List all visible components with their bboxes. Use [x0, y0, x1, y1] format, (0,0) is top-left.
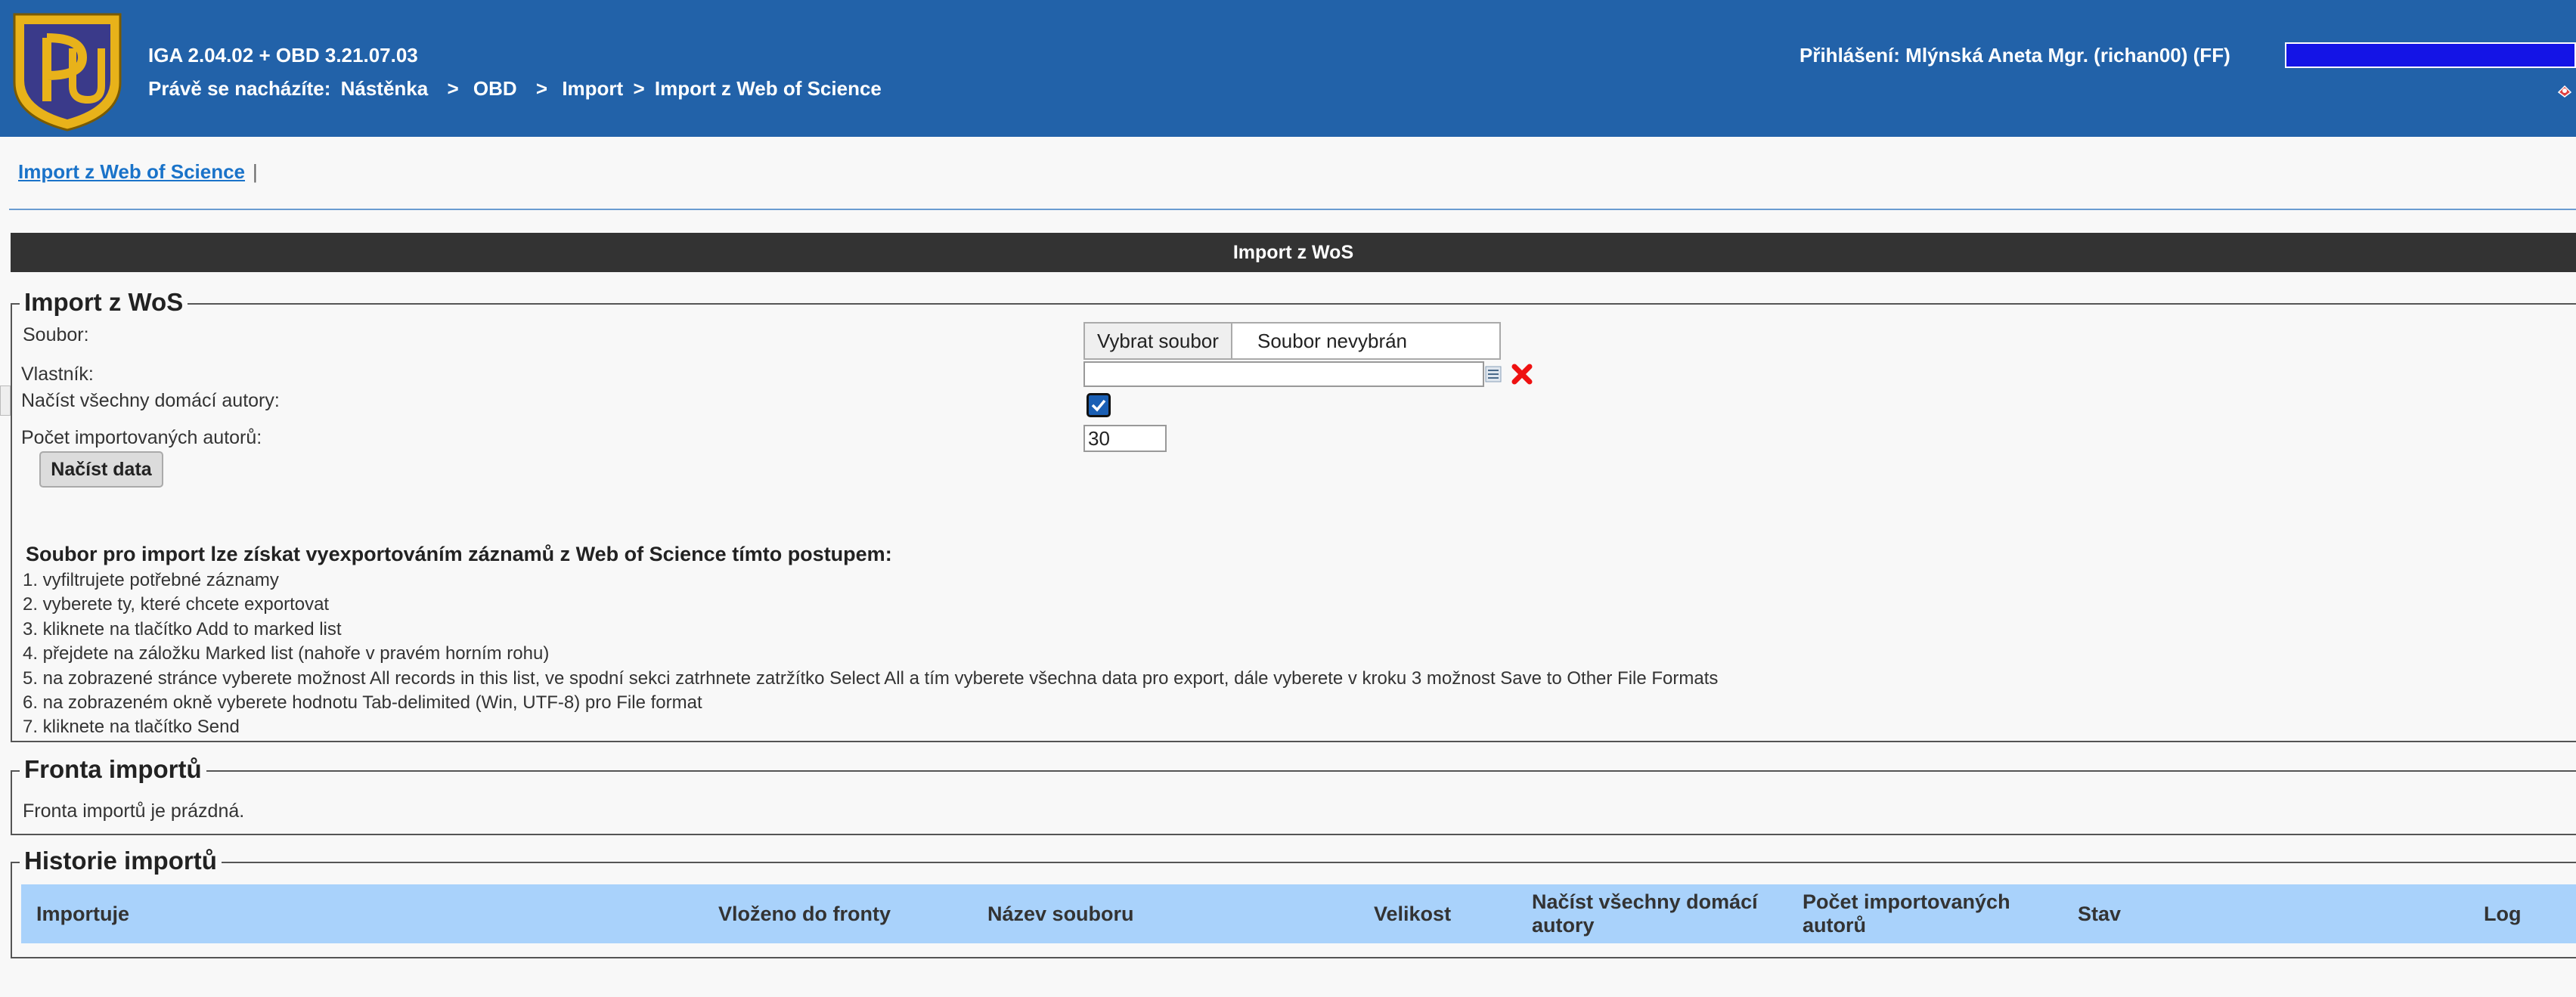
column-load-all-authors[interactable]: Načíst všechny domácí autory — [1532, 884, 1793, 943]
university-logo-icon[interactable] — [11, 11, 124, 132]
login-info: Přihlášení: Mlýnská Aneta Mgr. (richan00… — [1799, 44, 2230, 67]
column-status[interactable]: Stav — [2078, 884, 2121, 943]
login-label: Přihlášení: — [1799, 44, 1900, 67]
side-handle[interactable] — [0, 385, 11, 416]
breadcrumb-separator: > — [447, 77, 459, 100]
breadcrumb-item-obd[interactable]: OBD — [473, 77, 517, 100]
section-title: Import z WoS — [11, 233, 2576, 272]
file-label: Soubor: — [23, 324, 89, 345]
breadcrumb-separator: > — [633, 77, 645, 100]
instructions-list: 1. vyfiltrujete potřebné záznamy 2. vybe… — [23, 568, 1718, 740]
breadcrumb-item-import[interactable]: Import — [562, 77, 623, 100]
tab-separator: | — [253, 160, 258, 183]
column-importer[interactable]: Importuje — [36, 884, 129, 943]
history-legend: Historie importů — [20, 847, 222, 875]
instruction-item: 4. přejdete na záložku Marked list (naho… — [23, 643, 550, 664]
instruction-item: 1. vyfiltrujete potřebné záznamy — [23, 570, 279, 590]
tab-bar: Import z Web of Science | — [18, 160, 258, 184]
checkmark-icon — [1091, 399, 1106, 412]
instruction-item: 6. na zobrazeném okně vyberete hodnotu T… — [23, 692, 702, 714]
owner-input[interactable] — [1083, 361, 1484, 387]
import-form-legend: Import z WoS — [20, 288, 188, 317]
list-picker-icon[interactable] — [1485, 366, 1502, 382]
login-user[interactable]: Mlýnská Aneta Mgr. (richan00) (FF) — [1905, 44, 2230, 67]
breadcrumb-item-current: Import z Web of Science — [654, 77, 882, 100]
history-table-header: Importuje Vloženo do fronty Název soubor… — [21, 884, 2576, 943]
owner-label: Vlastník: — [21, 364, 94, 385]
load-all-authors-checkbox[interactable] — [1087, 393, 1111, 417]
breadcrumb-prefix: Právě se nacházíte: — [148, 77, 331, 100]
breadcrumb-separator: > — [535, 77, 548, 100]
column-size[interactable]: Velikost — [1374, 884, 1451, 943]
column-log[interactable]: Log — [2484, 884, 2521, 943]
queue-fieldset: Fronta importů — [11, 755, 2576, 835]
breadcrumb-item-nastenka[interactable]: Nástěnka — [341, 77, 429, 100]
file-input[interactable]: Vybrat soubor Soubor nevybrán — [1083, 322, 1501, 360]
load-all-authors-label: Načíst všechny domácí autory: — [21, 390, 280, 411]
author-count-label: Počet importovaných autorů: — [21, 427, 262, 448]
column-author-count[interactable]: Počet importovaných autorů — [1803, 884, 2037, 943]
column-queued[interactable]: Vloženo do fronty — [718, 884, 891, 943]
clear-icon[interactable] — [1509, 361, 1535, 387]
load-data-button[interactable]: Načíst data — [39, 451, 163, 488]
instruction-item: 5. na zobrazené stránce vyberete možnost… — [23, 667, 1719, 689]
session-bar — [2285, 42, 2576, 68]
queue-empty-text: Fronta importů je prázdná. — [23, 800, 245, 822]
tab-import-wos[interactable]: Import z Web of Science — [18, 160, 245, 183]
column-file-name[interactable]: Název souboru — [987, 884, 1134, 943]
instruction-item: 2. vyberete ty, které chcete exportovat — [23, 594, 330, 615]
breadcrumb: Právě se nacházíte: Nástěnka > OBD > Imp… — [148, 77, 886, 101]
instruction-item: 7. kliknete na tlačítko Send — [23, 717, 240, 738]
instructions-title: Soubor pro import lze získat vyexportová… — [26, 543, 892, 565]
author-count-input[interactable]: 30 — [1083, 425, 1167, 452]
file-status: Soubor nevybrán — [1257, 330, 1408, 352]
logout-icon[interactable] — [2556, 82, 2574, 100]
divider — [9, 209, 2576, 210]
instruction-item: 3. kliknete na tlačítko Add to marked li… — [23, 618, 342, 639]
choose-file-button[interactable]: Vybrat soubor — [1085, 324, 1232, 358]
queue-legend: Fronta importů — [20, 755, 206, 784]
app-version: IGA 2.04.02 + OBD 3.21.07.03 — [148, 44, 418, 67]
app-header: IGA 2.04.02 + OBD 3.21.07.03 Právě se na… — [0, 0, 2576, 137]
